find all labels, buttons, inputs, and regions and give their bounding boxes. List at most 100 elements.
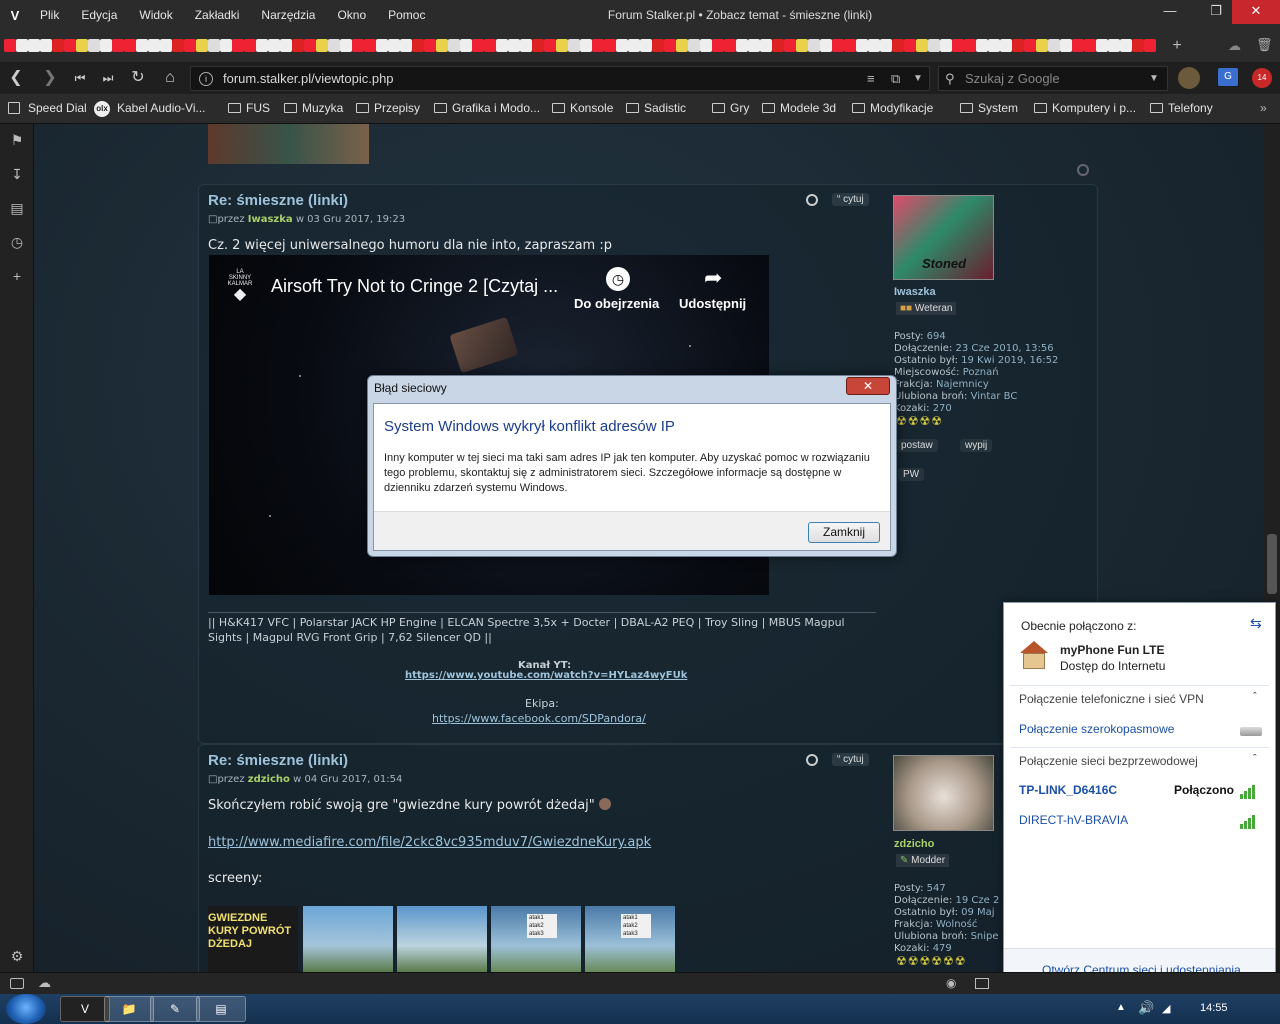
report-icon[interactable]	[806, 194, 818, 206]
quote-button[interactable]: “ cytuj	[832, 753, 869, 766]
reload-icon[interactable]: ↻	[126, 66, 150, 90]
pinned-tab[interactable]	[904, 39, 916, 52]
channel-logo[interactable]: LA SKINNY KALMAR ◆	[227, 269, 253, 305]
address-input[interactable]: i forum.stalker.pl/viewtopic.php ≡ ⧉ ▼	[190, 66, 930, 91]
pinned-tab[interactable]	[964, 39, 976, 52]
forward-icon[interactable]: ❯	[38, 66, 62, 90]
wireless-header[interactable]: Połączenie sieci bezprzewodowej	[1019, 754, 1198, 768]
search-input[interactable]: ⚲ Szukaj z Google ▼	[938, 66, 1168, 91]
bookmark-folder-fus[interactable]: FUS	[228, 101, 270, 115]
rewind-icon[interactable]: ⏮	[68, 66, 92, 90]
tile-icon[interactable]	[975, 978, 989, 989]
notification-badge[interactable]: 14	[1252, 68, 1272, 88]
pinned-tab[interactable]	[400, 39, 412, 52]
wifi-network-tplink[interactable]: TP-LINK_D6416C	[1019, 783, 1117, 797]
sync-cloud-icon[interactable]: ☁	[38, 975, 51, 991]
screenshot-thumbnail[interactable]: GWIEZDNE KURY POWRÓT DŻEDAJ	[208, 906, 298, 972]
pinned-tab[interactable]	[844, 39, 856, 52]
pinned-tab[interactable]	[232, 39, 244, 52]
pinned-tab[interactable]	[352, 39, 364, 52]
tray-expand-icon[interactable]: ▲	[1116, 1002, 1126, 1013]
back-icon[interactable]: ❮	[4, 66, 28, 90]
menu-narzedzia[interactable]: Narzędzia	[251, 0, 327, 30]
bookmark-kabel[interactable]: Kabel Audio-Vi...	[117, 101, 206, 115]
search-dropdown-icon[interactable]: ▼	[1149, 67, 1159, 90]
refresh-icon[interactable]: ⇆	[1250, 615, 1262, 632]
menu-okno[interactable]: Okno	[327, 0, 378, 30]
restore-icon[interactable]: ❐	[1196, 0, 1236, 24]
pinned-tab[interactable]	[688, 39, 700, 52]
pinned-tab[interactable]	[940, 39, 952, 52]
pinned-tab[interactable]	[160, 39, 172, 52]
pinned-tab[interactable]	[88, 39, 100, 52]
pinned-tab[interactable]	[1048, 39, 1060, 52]
pinned-tab[interactable]	[1012, 39, 1024, 52]
pinned-tab[interactable]	[412, 39, 424, 52]
pinned-tab[interactable]	[124, 39, 136, 52]
pinned-tab[interactable]	[532, 39, 544, 52]
pinned-tab[interactable]	[736, 39, 748, 52]
pinned-tab[interactable]	[76, 39, 88, 52]
pinned-tab[interactable]	[1084, 39, 1096, 52]
pinned-tab[interactable]	[340, 39, 352, 52]
camera-icon[interactable]: ◉	[946, 976, 956, 990]
speaker-icon[interactable]: 🔊	[1138, 1000, 1154, 1016]
pinned-tab[interactable]	[928, 39, 940, 52]
bookmark-folder-system[interactable]: System	[960, 101, 1018, 115]
share-icon[interactable]: ➦	[704, 265, 722, 291]
pinned-tab[interactable]	[1144, 39, 1156, 52]
pinned-tab[interactable]	[1000, 39, 1012, 52]
pinned-tab[interactable]	[544, 39, 556, 52]
pinned-tab[interactable]	[952, 39, 964, 52]
scroll-thumb[interactable]	[1267, 534, 1277, 594]
pinned-tab[interactable]	[424, 39, 436, 52]
pinned-tab[interactable]	[280, 39, 292, 52]
pinned-tab[interactable]	[664, 39, 676, 52]
pinned-tab[interactable]	[28, 39, 40, 52]
dialog-close-icon[interactable]: ✕	[846, 377, 890, 395]
pinned-tab[interactable]	[760, 39, 772, 52]
pinned-tab[interactable]	[100, 39, 112, 52]
pinned-tab[interactable]	[388, 39, 400, 52]
screenshot-thumbnail[interactable]	[303, 906, 393, 972]
pinned-tab[interactable]	[148, 39, 160, 52]
notes-panel-icon[interactable]: ▤	[9, 200, 25, 216]
avatar[interactable]	[893, 755, 994, 831]
pinned-tab[interactable]	[748, 39, 760, 52]
history-panel-icon[interactable]: ◷	[9, 234, 25, 250]
download-link[interactable]: http://www.mediafire.com/file/2ckc8vc935…	[208, 835, 651, 850]
window-close-icon[interactable]: ✕	[1232, 0, 1280, 24]
pinned-tab[interactable]	[976, 39, 988, 52]
screenshot-thumbnail[interactable]: atak1 atak2 atak3	[585, 906, 675, 972]
pinned-tab[interactable]	[616, 39, 628, 52]
pinned-tab[interactable]	[244, 39, 256, 52]
facebook-link[interactable]: https://www.facebook.com/SDPandora/	[432, 712, 646, 725]
pinned-tab[interactable]	[1096, 39, 1108, 52]
postaw-button[interactable]: postaw	[896, 439, 938, 452]
bookmark-folder-gry[interactable]: Gry	[712, 101, 749, 115]
pinned-tab[interactable]	[172, 39, 184, 52]
bookmark-icon[interactable]: ⧉	[891, 67, 900, 90]
pinned-tab[interactable]	[676, 39, 688, 52]
reader-icon[interactable]: ≡	[867, 67, 875, 90]
post-author-link[interactable]: Iwaszka	[248, 214, 293, 225]
settings-gear-icon[interactable]: ⚙	[9, 948, 25, 964]
pinned-tab[interactable]	[208, 39, 220, 52]
pinned-tab[interactable]	[508, 39, 520, 52]
pinned-tab[interactable]	[40, 39, 52, 52]
post-title[interactable]: Re: śmieszne (linki)	[208, 192, 348, 209]
pinned-tab[interactable]	[604, 39, 616, 52]
avatar[interactable]: Stoned	[893, 195, 994, 280]
dialup-header[interactable]: Połączenie telefoniczne i sieć VPN	[1019, 692, 1204, 706]
pinned-tab[interactable]	[1036, 39, 1048, 52]
pinned-tab[interactable]	[640, 39, 652, 52]
pinned-tab[interactable]	[4, 39, 16, 52]
pinned-tab[interactable]	[580, 39, 592, 52]
pinned-tab[interactable]	[16, 39, 28, 52]
menu-plik[interactable]: Plik	[30, 0, 71, 30]
more-bookmarks-icon[interactable]: »	[1260, 101, 1267, 115]
bookmark-folder-modyfikacje[interactable]: Modyfikacje	[852, 101, 933, 115]
post-author-link[interactable]: zdzicho	[248, 774, 290, 785]
taskbar-explorer-icon[interactable]: 📁	[104, 996, 154, 1022]
wypij-button[interactable]: wypij	[960, 439, 993, 452]
